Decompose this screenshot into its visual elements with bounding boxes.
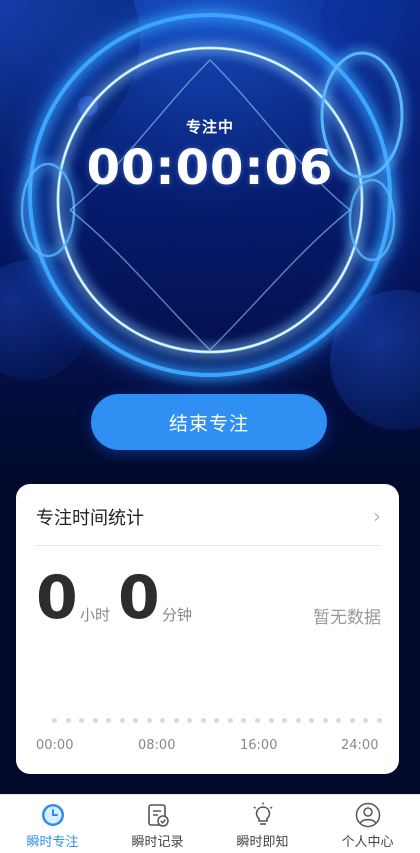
tab-records[interactable]: 瞬时记录 [105,795,210,853]
timeline-dot [187,718,193,723]
end-focus-button[interactable]: 结束专注 [91,394,327,450]
divider [36,545,381,546]
timeline-dot [92,718,98,723]
timeline-dot [268,718,274,723]
tab-label: 个人中心 [341,835,394,850]
tab-label: 瞬时即知 [236,835,289,850]
timeline-dot [241,718,247,723]
timeline-dot [65,718,71,723]
tab-insights[interactable]: 瞬时即知 [210,795,315,853]
tab-label: 瞬时专注 [26,835,79,850]
timeline-dot [376,718,382,723]
timeline-dot [254,718,260,723]
timeline-dot [200,718,206,723]
timeline-dot [79,718,85,723]
hours-value: 0 [36,563,78,633]
tick-label: 16:00 [240,738,278,753]
tab-profile[interactable]: 个人中心 [315,795,420,853]
hours-unit: 小时 [80,606,111,624]
timeline-dot [146,718,152,723]
timeline-dot [363,718,369,723]
timeline-dot [227,718,233,723]
timeline-dot [309,718,315,723]
timeline-dot [282,718,288,723]
bottom-tab-bar: 瞬时专注 瞬时记录 瞬时即知 个人中心 [0,794,420,853]
focus-timer: 00:00:06 [86,140,334,196]
tick-label: 00:00 [36,738,74,753]
bulb-icon [253,802,272,825]
no-data-label: 暂无数据 [313,608,381,628]
tick-label: 08:00 [138,738,176,753]
timeline-dot [173,718,179,723]
timeline-dot [119,718,125,723]
timeline-dot [295,718,301,723]
timeline-dot [52,718,57,723]
record-icon [147,804,169,827]
tick-label: 24:00 [341,738,379,753]
minutes-value: 0 [118,563,160,633]
focus-status-label: 专注中 [185,118,234,136]
clock-icon [41,804,64,826]
timeline-dot [160,718,166,723]
tab-focus[interactable]: 瞬时专注 [0,795,105,853]
tab-label: 瞬时记录 [131,835,184,850]
minutes-unit: 分钟 [162,606,193,624]
timeline-dots [52,718,382,724]
chevron-right-icon[interactable]: › [373,504,381,528]
timeline-dot [336,718,342,723]
timeline-dot [322,718,328,723]
stats-title: 专注时间统计 [36,508,144,529]
user-icon [355,802,380,828]
timeline-dot [349,718,355,723]
timeline-dot [106,718,112,723]
timeline-dot [214,718,220,723]
timeline-dot [133,718,139,723]
focus-stats-card: 专注时间统计 › 0 小时 0 分钟 暂无数据 00:00 08:00 16:0… [16,484,399,774]
